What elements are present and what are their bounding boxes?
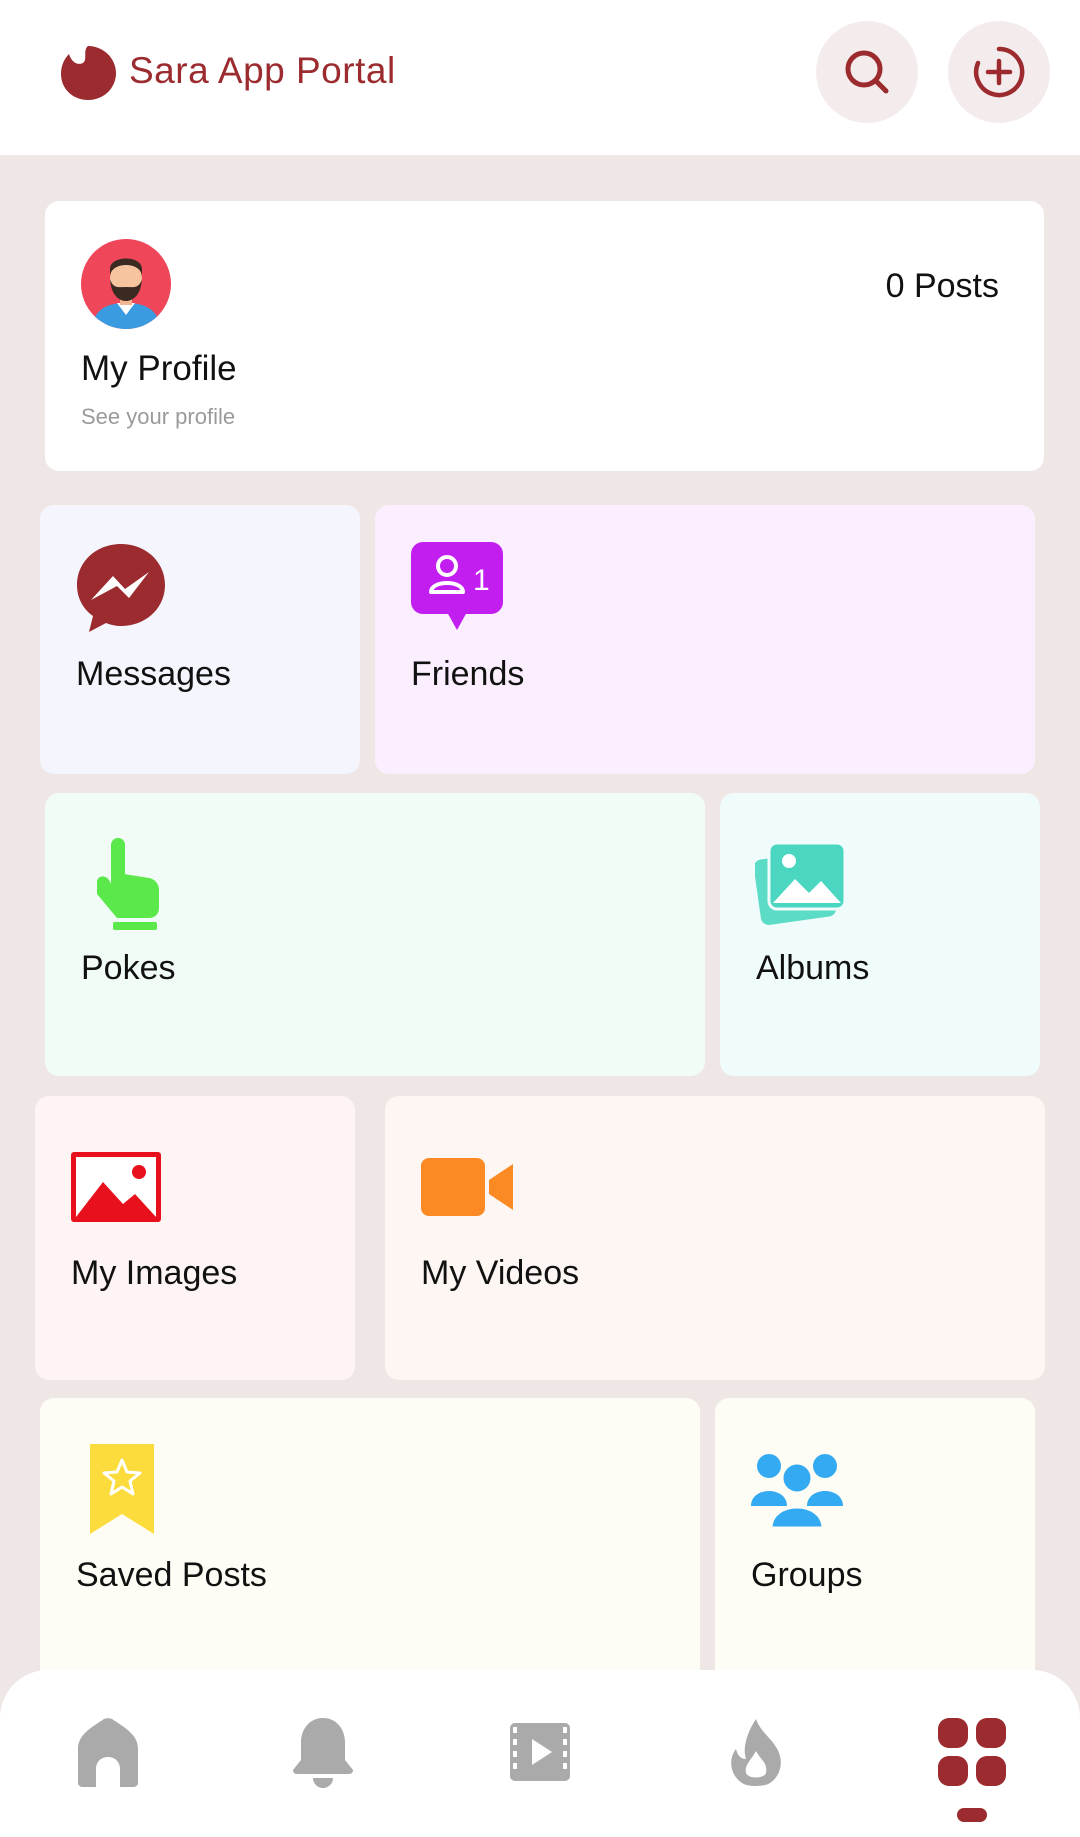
add-button[interactable]: [948, 21, 1050, 123]
profile-card[interactable]: My Profile See your profile 0 Posts: [45, 201, 1044, 471]
nav-trending[interactable]: [716, 1712, 796, 1792]
my-images-label: My Images: [71, 1254, 238, 1292]
fire-icon: [731, 1719, 781, 1786]
nav-menu[interactable]: [932, 1712, 1012, 1792]
albums-tile[interactable]: Albums: [720, 793, 1040, 1076]
bottom-nav: [0, 1670, 1080, 1837]
video-camera-icon: [421, 1158, 513, 1216]
posts-count: 0 Posts: [885, 267, 999, 305]
my-videos-label: My Videos: [421, 1254, 580, 1292]
albums-label: Albums: [756, 949, 870, 987]
pokes-tile[interactable]: Pokes: [45, 793, 705, 1076]
nav-videos[interactable]: [500, 1712, 580, 1792]
saved-posts-tile[interactable]: Saved Posts: [40, 1398, 700, 1698]
app-logo-icon: [61, 46, 116, 100]
messages-tile[interactable]: Messages: [40, 505, 360, 774]
home-icon: [78, 1718, 138, 1787]
add-circle-icon: [973, 46, 1025, 98]
groups-label: Groups: [751, 1556, 863, 1594]
search-button[interactable]: [816, 21, 918, 123]
groups-icon: [751, 1454, 843, 1528]
avatar: [81, 239, 171, 329]
active-tab-indicator: [957, 1808, 987, 1822]
friends-icon: 1: [411, 542, 503, 630]
pokes-label: Pokes: [81, 949, 176, 987]
nav-notifications[interactable]: [283, 1712, 363, 1792]
bookmark-star-icon: [90, 1444, 154, 1534]
nav-home[interactable]: [68, 1712, 148, 1792]
albums-icon: [755, 841, 847, 925]
my-images-tile[interactable]: My Images: [35, 1096, 355, 1380]
friends-badge-count: 1: [473, 564, 490, 597]
bell-icon: [293, 1718, 353, 1788]
video-icon: [510, 1723, 570, 1781]
my-videos-tile[interactable]: My Videos: [385, 1096, 1045, 1380]
friends-tile[interactable]: 1 Friends: [375, 505, 1035, 774]
search-icon: [845, 50, 889, 94]
messenger-icon: [77, 544, 165, 632]
hand-pointer-icon: [97, 838, 159, 930]
messages-label: Messages: [76, 655, 231, 693]
app-title: Sara App Portal: [129, 50, 396, 91]
profile-subtitle: See your profile: [81, 404, 236, 429]
friends-label: Friends: [411, 655, 525, 693]
app-header: Sara App Portal: [0, 0, 1080, 155]
grid-icon: [938, 1718, 1006, 1786]
profile-name: My Profile: [81, 349, 237, 388]
groups-tile[interactable]: Groups: [715, 1398, 1035, 1698]
image-icon: [71, 1152, 161, 1222]
saved-posts-label: Saved Posts: [76, 1556, 267, 1594]
